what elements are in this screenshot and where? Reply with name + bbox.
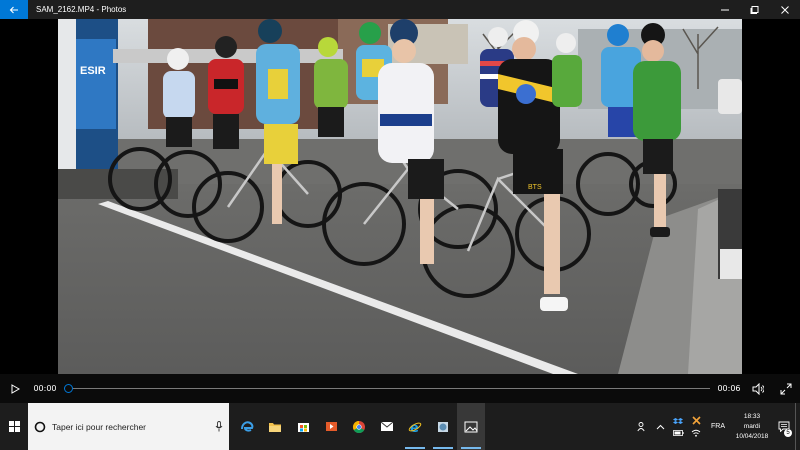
mail-icon: [380, 421, 394, 431]
fullscreen-icon: [780, 383, 792, 394]
window-title: SAM_2162.MP4 - Photos: [36, 5, 127, 14]
ie-icon: e: [408, 421, 422, 434]
play-button[interactable]: [0, 374, 30, 403]
start-button[interactable]: [0, 403, 28, 450]
battery-icon: [672, 430, 684, 436]
video-scene: ESIR BTS: [58, 19, 742, 374]
dropbox-icon: [673, 418, 683, 424]
close-button[interactable]: [770, 0, 800, 19]
play-icon: [11, 383, 20, 394]
show-desktop-button[interactable]: [795, 403, 800, 450]
store-icon: [297, 423, 309, 432]
volume-button[interactable]: [744, 374, 772, 403]
maximize-icon: [750, 5, 759, 14]
player-controls: 00:00 00:06: [0, 374, 800, 403]
seek-thumb[interactable]: [64, 384, 73, 393]
taskbar-app-file-explorer[interactable]: [261, 403, 289, 450]
taskbar-app-store[interactable]: [289, 403, 317, 450]
chevron-up-icon: [656, 424, 664, 429]
cortana-icon: [34, 421, 46, 432]
folder-icon: [269, 422, 281, 432]
clock[interactable]: 18:33 mardi 10/04/2018: [731, 412, 773, 442]
video-frame[interactable]: ESIR BTS: [58, 19, 742, 374]
tray-chevron-button[interactable]: [651, 403, 669, 450]
windows-logo-icon: [8, 421, 20, 432]
truck-text: ESIR: [80, 65, 106, 77]
taskbar-app-movies[interactable]: [317, 403, 345, 450]
back-button[interactable]: [0, 0, 28, 19]
seek-track: [64, 388, 710, 389]
video-area[interactable]: ESIR BTS: [0, 19, 800, 374]
taskbar-app-mail[interactable]: [373, 403, 401, 450]
photos-icon: [464, 421, 478, 432]
tray-person-icon[interactable]: [633, 403, 651, 450]
taskbar-apps: e: [233, 403, 485, 450]
taskbar-app-internet-explorer[interactable]: e: [401, 403, 429, 450]
clock-time: 18:33: [743, 412, 761, 420]
maximize-button[interactable]: [740, 0, 770, 19]
taskbar-app-photos[interactable]: [457, 403, 485, 450]
close-icon: [781, 5, 789, 14]
search-box[interactable]: Taper ici pour rechercher: [28, 403, 229, 450]
tray-dropbox[interactable]: [669, 403, 687, 450]
search-placeholder: Taper ici pour rechercher: [52, 421, 147, 432]
taskbar-app-app[interactable]: [429, 403, 457, 450]
clock-date: 10/04/2018: [735, 432, 769, 440]
mic-button[interactable]: [209, 421, 229, 432]
app-icon: [438, 421, 448, 432]
microphone-icon: [215, 421, 223, 432]
minimize-button[interactable]: [710, 0, 740, 19]
clock-day: mardi: [743, 422, 761, 430]
edge-icon: [241, 420, 254, 432]
tray-network[interactable]: [687, 403, 705, 450]
seek-bar[interactable]: [64, 374, 710, 403]
back-arrow-icon: [9, 6, 18, 13]
jersey-text: BTS: [528, 184, 542, 191]
cross-icon: [691, 416, 701, 425]
action-center-button[interactable]: 5: [773, 403, 795, 450]
taskbar-app-chrome[interactable]: [345, 403, 373, 450]
current-time: 00:00: [33, 384, 57, 393]
film-icon: [325, 422, 337, 431]
total-time: 00:06: [717, 384, 741, 393]
system-tray: FRA 18:33 mardi 10/04/2018 5: [633, 403, 800, 450]
fullscreen-button[interactable]: [772, 374, 800, 403]
language-indicator[interactable]: FRA: [705, 423, 731, 430]
title-bar: SAM_2162.MP4 - Photos: [0, 0, 800, 19]
volume-icon: [752, 382, 764, 395]
people-icon: [636, 422, 645, 432]
chrome-icon: [352, 420, 365, 433]
minimize-icon: [721, 9, 729, 10]
notification-count: 5: [784, 429, 792, 437]
taskbar-app-edge[interactable]: [233, 403, 261, 450]
taskbar: Taper ici pour rechercher e FRA 18:33 ma…: [0, 403, 800, 450]
wifi-icon: [691, 429, 701, 437]
